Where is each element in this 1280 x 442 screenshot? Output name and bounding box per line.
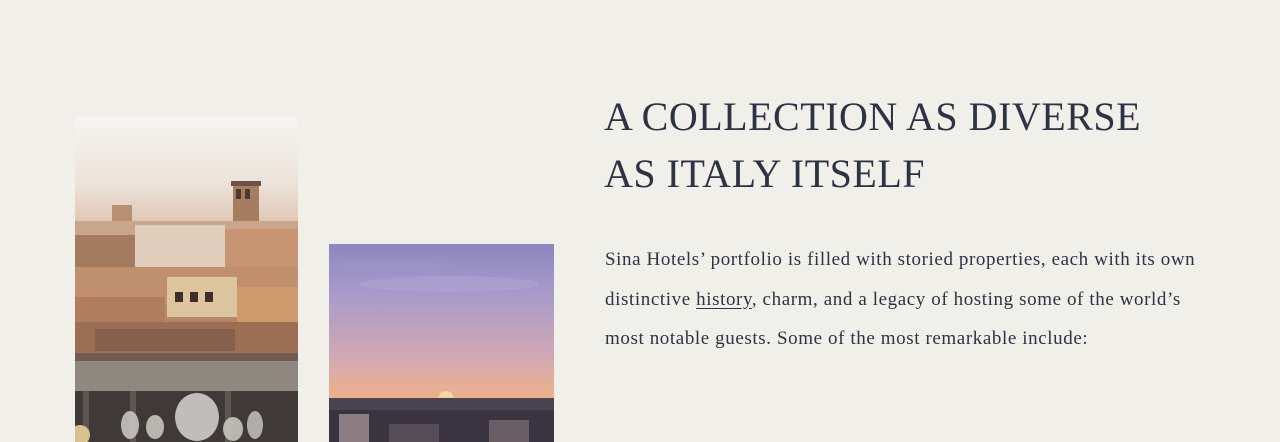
section-body-text: Sina Hotels’ portfolio is filled with st… — [605, 240, 1215, 359]
rome-dusk-skyline-photo — [329, 244, 554, 442]
heading-line-1: A COLLECTION AS DIVERSE — [604, 94, 1142, 139]
hilltop-town-rooftops-photo — [75, 117, 298, 442]
section-heading: A COLLECTION AS DIVERSE AS ITALY ITSELF — [604, 88, 1244, 202]
heading-line-2: AS ITALY ITSELF — [604, 151, 926, 196]
history-link[interactable]: history — [696, 289, 752, 310]
